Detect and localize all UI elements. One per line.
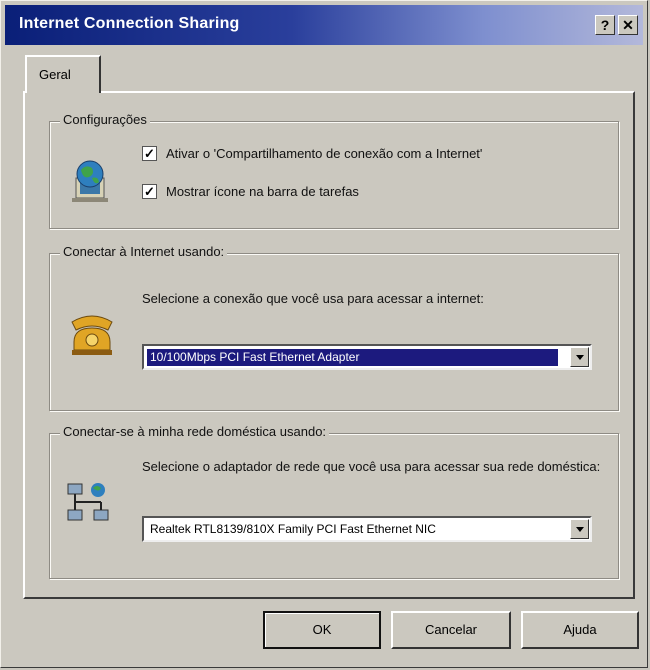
home-network-selected-value: Realtek RTL8139/810X Family PCI Fast Eth… [150,522,436,536]
help-button[interactable]: Ajuda [521,611,639,649]
cancel-button[interactable]: Cancelar [391,611,511,649]
tab-panel: Configurações ✓ Ativar o 'Compartilhamen… [23,91,635,599]
close-button[interactable]: ✕ [618,15,638,35]
ok-button[interactable]: OK [263,611,381,649]
internet-selected-value: 10/100Mbps PCI Fast Ethernet Adapter [147,349,558,366]
window-title: Internet Connection Sharing [19,15,240,32]
internet-connection-select[interactable]: 10/100Mbps PCI Fast Ethernet Adapter [142,344,592,370]
title-bar: Internet Connection Sharing ? ✕ [5,5,643,45]
settings-group: Configurações ✓ Ativar o 'Compartilhamen… [49,112,619,229]
tab-geral[interactable]: Geral [25,55,101,93]
help-title-button[interactable]: ? [595,15,615,35]
show-tray-icon-label: Mostrar ícone na barra de tarefas [166,184,359,199]
internet-group-legend: Conectar à Internet usando: [60,244,228,259]
internet-description: Selecione a conexão que você usa para ac… [142,291,484,306]
enable-sharing-label: Ativar o 'Compartilhamento de conexão co… [166,146,483,161]
home-network-group-legend: Conectar-se à minha rede doméstica usand… [60,424,330,439]
home-network-icon [66,480,112,531]
settings-group-legend: Configurações [60,112,150,127]
home-network-adapter-select[interactable]: Realtek RTL8139/810X Family PCI Fast Eth… [142,516,592,542]
tab-geral-label: Geral [39,67,71,82]
chevron-down-icon[interactable] [570,347,589,367]
enable-sharing-checkbox[interactable]: ✓ [142,146,157,161]
internet-connection-group: Conectar à Internet usando: Selecione a … [49,244,619,411]
chevron-down-icon[interactable] [570,519,589,539]
dialup-phone-icon [68,308,116,363]
show-tray-icon-checkbox[interactable]: ✓ [142,184,157,199]
home-network-group: Conectar-se à minha rede doméstica usand… [49,424,619,579]
home-network-description: Selecione o adaptador de rede que você u… [142,459,601,474]
globe-network-icon [68,158,112,209]
dialog-window: Internet Connection Sharing ? ✕ Geral Co… [0,0,648,668]
